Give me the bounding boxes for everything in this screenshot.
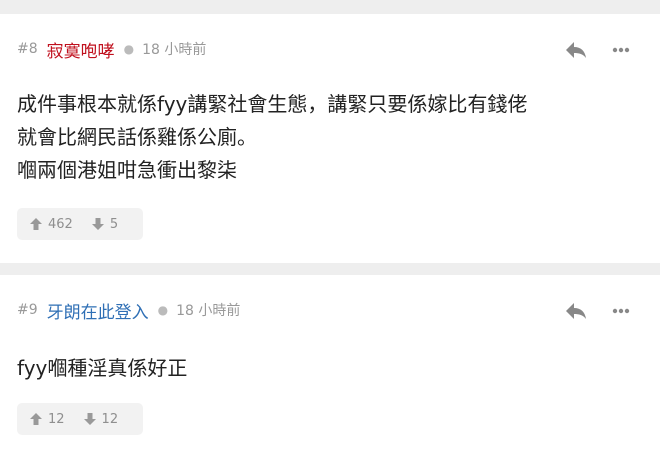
upvote-button[interactable]: 462 [17,208,79,240]
vote-bar: 462 5 [17,208,143,240]
upvote-button[interactable]: 12 [17,403,71,435]
thumb-up-arrow-icon [30,413,42,425]
vote-bar: 12 12 [17,403,143,435]
upvote-count: 462 [48,216,73,232]
downvote-count: 5 [109,216,119,232]
separator-dot: ● [157,303,169,317]
separator-dot: ● [123,42,135,56]
comment-header: #8 寂寞咆哮 ● 18 小時前 [17,36,206,62]
post-time: 18 小時前 [142,42,207,58]
more-icon[interactable] [612,47,630,53]
reply-icon[interactable] [564,40,588,60]
thumb-down-arrow-icon [83,413,96,425]
author-name[interactable]: 牙朗在此登入 [47,298,149,323]
comment-post: #8 寂寞咆哮 ● 18 小時前 成件事根本就係fyy講緊社會生態，講緊只要係嫁… [0,14,660,263]
more-icon[interactable] [612,308,630,314]
comment-header: #9 牙朗在此登入 ● 18 小時前 [17,297,240,323]
upvote-count: 12 [48,411,65,427]
downvote-button[interactable]: 12 [71,403,125,435]
downvote-button[interactable]: 5 [79,208,124,240]
thumb-up-arrow-icon [30,218,42,230]
comment-body: fyy嗰種淫真係好正 [17,356,188,380]
downvote-count: 12 [101,411,119,427]
comment-body: 成件事根本就係fyy講緊社會生態，講緊只要係嫁比有錢佬 就會比網民話係雞係公廁。… [17,92,528,182]
thumb-down-arrow-icon [91,218,104,230]
post-number[interactable]: #9 [17,302,38,318]
post-time: 18 小時前 [176,303,241,319]
post-number[interactable]: #8 [17,41,38,57]
comment-post: #9 牙朗在此登入 ● 18 小時前 fyy嗰種淫真係好正 12 12 [0,275,660,463]
author-name[interactable]: 寂寞咆哮 [47,37,115,62]
reply-icon[interactable] [564,301,588,321]
